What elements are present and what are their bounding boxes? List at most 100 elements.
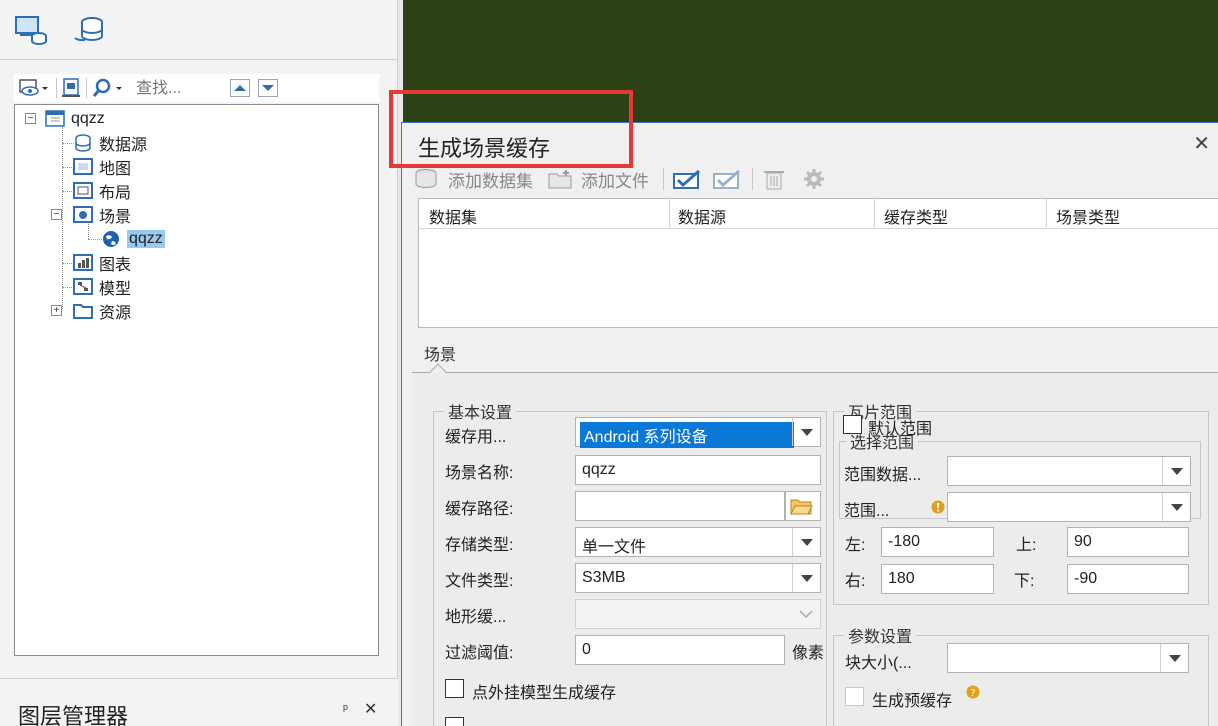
layout-icon: [73, 182, 93, 199]
bottom-input[interactable]: -90: [1067, 564, 1189, 594]
cache-for-select[interactable]: Android 系列设备: [575, 417, 821, 448]
select-range-legend: 选择范围: [850, 435, 915, 452]
warning-icon: [931, 500, 945, 514]
storage-type-select[interactable]: 单一文件: [575, 527, 821, 557]
scene-name-input[interactable]: qqzz: [575, 455, 821, 485]
search-next-button[interactable]: [258, 79, 278, 97]
right-input[interactable]: 180: [881, 564, 994, 594]
cache-for-label: 缓存用...: [445, 429, 507, 446]
chevron-down-icon: [1170, 503, 1183, 511]
panel-tab-strip: [0, 0, 398, 60]
tree-item-resources[interactable]: 资源: [73, 300, 131, 322]
workspace-node-icon: [45, 110, 65, 127]
dialog-title: 生成场景缓存: [418, 136, 551, 161]
settings-gear-icon[interactable]: [801, 168, 827, 190]
range-select[interactable]: [947, 492, 1191, 522]
range-dataset-select[interactable]: [947, 456, 1191, 486]
right-label: 右:: [845, 573, 866, 590]
left-label: 左:: [845, 537, 866, 554]
tree-item-label: 场景: [99, 209, 132, 226]
folder-icon: [73, 304, 93, 319]
svg-text:?: ?: [970, 688, 975, 699]
close-icon[interactable]: ✕: [364, 699, 377, 719]
chevron-down-icon: [800, 574, 813, 582]
range-label: 范围...: [844, 503, 890, 520]
terrain-cache-label: 地形缓...: [445, 609, 507, 626]
tree-item-label: 模型: [99, 281, 132, 298]
workspace-tree: − qqzz 数据源 地图 布局 − 场景 qqzz 图表 模型 + 资源: [14, 104, 379, 656]
expander-scenes[interactable]: −: [51, 209, 62, 220]
tree-item-layouts[interactable]: 布局: [73, 180, 131, 202]
column-header[interactable]: 缓存类型: [884, 204, 948, 228]
scene-name-label: 场景名称:: [445, 465, 514, 482]
browse-folder-button[interactable]: [785, 491, 821, 521]
external-model-checkbox[interactable]: [445, 679, 464, 698]
tree-item-label: 图表: [99, 257, 132, 274]
block-size-label: 块大小(...: [845, 655, 912, 672]
tree-item-label: qqzz: [127, 230, 165, 248]
filter-unit-label: 像素: [792, 645, 825, 662]
range-dataset-label: 范围数据...: [844, 467, 922, 484]
tree-item-datasources[interactable]: 数据源: [73, 132, 147, 154]
filter-threshold-input[interactable]: 0: [575, 635, 785, 665]
left-input[interactable]: -180: [881, 527, 994, 557]
tab-scene[interactable]: 场景: [424, 341, 456, 365]
add-dataset-button[interactable]: 添加数据集: [414, 167, 533, 192]
tree-item-label: 布局: [99, 185, 132, 202]
scene-tab-panel: 基本设置 缓存用... Android 系列设备 场景名称: qqzz 缓存路径…: [412, 373, 1218, 726]
column-header[interactable]: 数据集: [429, 204, 477, 228]
add-file-icon: [548, 170, 572, 189]
dialog-toolbar: 添加数据集 添加文件: [414, 165, 835, 193]
tree-toolbar: [14, 74, 379, 102]
layer-properties-icon[interactable]: [60, 78, 82, 98]
tree-item-scene-qqzz[interactable]: qqzz: [101, 228, 165, 250]
chevron-down-icon: [1168, 654, 1181, 662]
file-type-select[interactable]: S3MB: [575, 563, 821, 593]
basic-settings-legend: 基本设置: [448, 405, 513, 422]
workspace-manager-panel: − qqzz 数据源 地图 布局 − 场景 qqzz 图表: [0, 0, 398, 726]
storage-type-label: 存储类型:: [445, 537, 514, 554]
pre-cache-checkbox[interactable]: [845, 687, 864, 706]
external-model-label: 点外挂模型生成缓存: [472, 685, 617, 702]
tree-root-workspace[interactable]: qqzz: [45, 108, 105, 130]
tree-item-label: 地图: [99, 161, 132, 178]
terrain-cache-select[interactable]: [575, 599, 821, 629]
help-icon[interactable]: ?: [966, 685, 980, 699]
arrow-down-icon: [262, 85, 274, 91]
expander-root[interactable]: −: [25, 113, 36, 124]
tree-item-models[interactable]: 模型: [73, 276, 131, 298]
tree-item-charts[interactable]: 图表: [73, 252, 131, 274]
pre-cache-label: 生成预缓存: [872, 693, 953, 710]
cache-path-input[interactable]: [575, 491, 785, 521]
pin-icon[interactable]: ᵖ: [343, 701, 348, 716]
database-icon[interactable]: [72, 14, 106, 46]
top-input[interactable]: 90: [1067, 527, 1189, 557]
delete-icon[interactable]: [761, 168, 787, 190]
workspace-icon[interactable]: [14, 14, 48, 46]
tree-item-scenes[interactable]: 场景: [73, 204, 131, 226]
search-prev-button[interactable]: [230, 79, 250, 97]
block-size-select[interactable]: [947, 643, 1189, 673]
grid-header: 数据集 数据源 缓存类型 场景类型: [419, 199, 1218, 229]
tree-item-maps[interactable]: 地图: [73, 156, 131, 178]
chevron-down-icon: [1170, 467, 1183, 475]
deselect-icon[interactable]: [712, 168, 744, 190]
search-icon[interactable]: [92, 78, 124, 98]
column-header[interactable]: 数据源: [678, 204, 726, 228]
filter-threshold-label: 过滤阈值:: [445, 645, 514, 662]
normals-checkbox[interactable]: [445, 717, 464, 726]
generate-scene-cache-dialog: 生成场景缓存 ✕ 添加数据集 添加文件 数据集 数据源 缓存类型 场景类型 场景: [401, 122, 1218, 726]
arrow-up-icon: [234, 85, 246, 91]
storage-type-value: 单一文件: [582, 539, 647, 556]
expander-resources[interactable]: +: [51, 305, 62, 316]
layer-manager-header: 图层管理器 ᵖ ✕: [0, 678, 398, 726]
column-header[interactable]: 场景类型: [1056, 204, 1120, 228]
map-icon: [73, 158, 93, 175]
dataset-grid[interactable]: 数据集 数据源 缓存类型 场景类型: [418, 198, 1218, 328]
datasource-icon: [75, 134, 91, 152]
view-dropdown-icon[interactable]: [18, 78, 50, 98]
tree-search-input[interactable]: [136, 78, 228, 100]
select-all-icon[interactable]: [672, 168, 704, 190]
close-icon[interactable]: ✕: [1193, 131, 1210, 156]
add-file-button[interactable]: 添加文件: [547, 167, 649, 192]
